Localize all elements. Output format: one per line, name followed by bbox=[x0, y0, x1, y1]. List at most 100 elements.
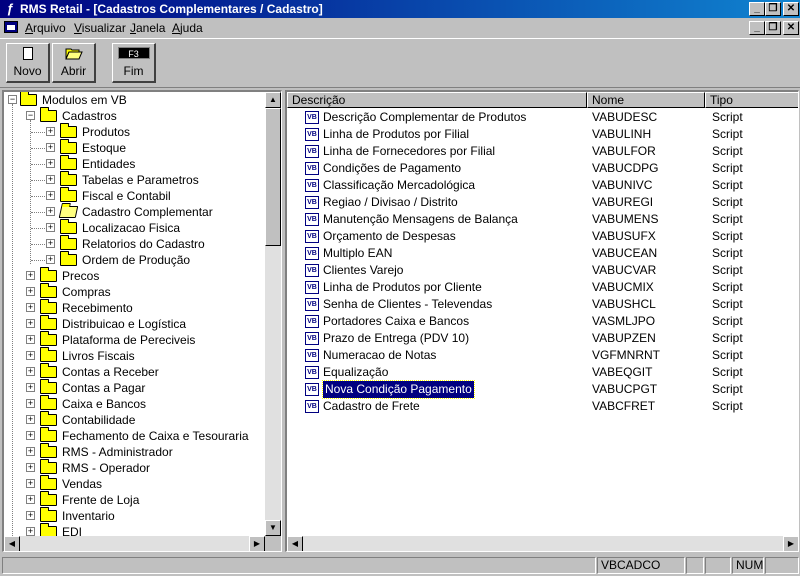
item-tipo: Script bbox=[712, 314, 743, 328]
title-bar[interactable]: ƒ RMS Retail - [Cadastros Complementares… bbox=[0, 0, 800, 18]
tree-scroll-down-button[interactable]: ▼ bbox=[265, 520, 281, 536]
item-tipo: Script bbox=[712, 246, 743, 260]
folder-icon bbox=[60, 251, 77, 266]
list-item[interactable]: VB Regiao / Divisao / Distrito VABUREGI Scr… bbox=[287, 194, 798, 211]
list-item[interactable]: VB Senha de Clientes - Televendas VABUSHCL… bbox=[287, 296, 798, 313]
fiscal-e-contabil-expander[interactable]: + bbox=[46, 191, 55, 200]
precos-expander[interactable]: + bbox=[26, 271, 35, 280]
tree-vertical-scrollbar[interactable]: ▲ ▼ bbox=[265, 92, 281, 536]
list-item[interactable]: VB Equalização VABEQGIT Script bbox=[287, 364, 798, 381]
child-close-button[interactable]: ✕ bbox=[783, 21, 799, 35]
list-item[interactable]: VB Portadores Caixa e Bancos VASMLJPO Scrip… bbox=[287, 313, 798, 330]
item-nome: VABUCEAN bbox=[592, 246, 658, 260]
contas-a-receber-expander[interactable]: + bbox=[26, 367, 35, 376]
menu-ajuda[interactable]: Ajuda bbox=[172, 21, 203, 35]
list-item[interactable]: VB Descrição Complementar de Produtos VABU… bbox=[287, 109, 798, 126]
maximize-button[interactable]: ❐ bbox=[765, 2, 781, 16]
produtos-expander[interactable]: + bbox=[46, 127, 55, 136]
item-descricao: Nova Condição Pagamento bbox=[322, 380, 475, 399]
localizacao-fisica-expander[interactable]: + bbox=[46, 223, 55, 232]
folder-icon bbox=[60, 139, 77, 154]
fechamento-de-caixa-e-tesouraria-expander[interactable]: + bbox=[26, 431, 35, 440]
entidades-expander[interactable]: + bbox=[46, 159, 55, 168]
abrir-button[interactable]: Abrir bbox=[52, 43, 96, 83]
contas-a-pagar-expander[interactable]: + bbox=[26, 383, 35, 392]
cadastros-expander[interactable]: − bbox=[26, 111, 35, 120]
inventario-expander[interactable]: + bbox=[26, 511, 35, 520]
minimize-button[interactable]: _ bbox=[749, 2, 765, 16]
item-descricao: Linha de Produtos por Filial bbox=[323, 127, 470, 141]
column-descricao[interactable]: Descrição bbox=[287, 92, 587, 108]
item-tipo: Script bbox=[712, 399, 743, 413]
livros-fiscais-expander[interactable]: + bbox=[26, 351, 35, 360]
child-minimize-button[interactable]: _ bbox=[749, 21, 765, 35]
item-tipo: Script bbox=[712, 212, 743, 226]
ordem-de-producao-expander[interactable]: + bbox=[46, 255, 55, 264]
item-descricao: Classificação Mercadológica bbox=[323, 178, 476, 192]
script-icon: VB bbox=[305, 179, 319, 192]
list-item[interactable]: VB Orçamento de Despesas VABUSUFX Script bbox=[287, 228, 798, 245]
list-scroll-right-button[interactable]: ▶ bbox=[783, 536, 798, 551]
list-item[interactable]: VB Linha de Produtos por Cliente VABUCMIX S… bbox=[287, 279, 798, 296]
item-nome: VABUCPGT bbox=[592, 382, 658, 396]
list-item[interactable]: VB Multiplo EAN VABUCEAN Script bbox=[287, 245, 798, 262]
list-item[interactable]: VB Linha de Produtos por Filial VABULINH Sc… bbox=[287, 126, 798, 143]
tree-horizontal-scrollbar[interactable]: ◀ ▶ bbox=[4, 536, 265, 551]
list-item[interactable]: VB Condições de Pagamento VABUCDPG Script bbox=[287, 160, 798, 177]
item-nome: VABEQGIT bbox=[592, 365, 653, 379]
script-icon: VB bbox=[305, 111, 319, 124]
list-horizontal-scrollbar[interactable]: ◀ ▶ bbox=[287, 536, 798, 551]
cadastro-complementar-expander[interactable]: + bbox=[46, 207, 55, 216]
recebimento-expander[interactable]: + bbox=[26, 303, 35, 312]
caixa-e-bancos-expander[interactable]: + bbox=[26, 399, 35, 408]
script-list[interactable]: Descrição Nome Tipo VB Descrição Compleme… bbox=[285, 90, 799, 552]
item-nome: VABULINH bbox=[592, 127, 652, 141]
column-nome[interactable]: Nome bbox=[587, 92, 705, 108]
contabilidade-expander[interactable]: + bbox=[26, 415, 35, 424]
folder-icon bbox=[40, 379, 57, 394]
item-nome: VABUPZEN bbox=[592, 331, 656, 345]
tree-scroll-thumb[interactable] bbox=[265, 108, 281, 246]
list-item[interactable]: VB Clientes Varejo VABUCVAR Script bbox=[287, 262, 798, 279]
item-nome: VABUCVAR bbox=[592, 263, 657, 277]
child-restore-button[interactable]: ❐ bbox=[765, 21, 781, 35]
item-tipo: Script bbox=[712, 229, 743, 243]
menu-visualizar[interactable]: Visualizar bbox=[74, 21, 126, 35]
list-item[interactable]: VB Cadastro de Frete VABCFRET Script bbox=[287, 398, 798, 415]
close-button[interactable]: ✕ bbox=[783, 2, 799, 16]
novo-button[interactable]: Novo bbox=[6, 43, 50, 83]
plataforma-de-pereciveis-expander[interactable]: + bbox=[26, 335, 35, 344]
frente-de-loja-expander[interactable]: + bbox=[26, 495, 35, 504]
list-item[interactable]: VB Nova Condição Pagamento VABUCPGT Script bbox=[287, 380, 798, 399]
vendas-expander[interactable]: + bbox=[26, 479, 35, 488]
edi-expander[interactable]: + bbox=[26, 527, 35, 536]
fim-button[interactable]: F3 Fim bbox=[112, 43, 156, 83]
document-icon[interactable] bbox=[4, 21, 18, 33]
list-item[interactable]: VB Manutenção Mensagens de Balança VABUMEN… bbox=[287, 211, 798, 228]
list-scroll-left-button[interactable]: ◀ bbox=[287, 536, 303, 551]
menu-janela[interactable]: Janela bbox=[130, 21, 165, 35]
distribuicao-e-logistica-expander[interactable]: + bbox=[26, 319, 35, 328]
tabelas-e-parametros-expander[interactable]: + bbox=[46, 175, 55, 184]
list-item[interactable]: VB Classificação Mercadológica VABUNIVC Scr… bbox=[287, 177, 798, 194]
list-item[interactable]: VB Linha de Fornecedores por Filial VABULF… bbox=[287, 143, 798, 160]
folder-icon bbox=[60, 235, 77, 250]
tree-scroll-right-button[interactable]: ▶ bbox=[249, 536, 265, 551]
app-icon[interactable]: ƒ bbox=[3, 2, 17, 16]
list-item[interactable]: VB Prazo de Entrega (PDV 10) VABUPZEN Scrip… bbox=[287, 330, 798, 347]
tree-scroll-up-button[interactable]: ▲ bbox=[265, 92, 281, 108]
compras-expander[interactable]: + bbox=[26, 287, 35, 296]
rms-operador-expander[interactable]: + bbox=[26, 463, 35, 472]
root-expander[interactable]: − bbox=[8, 95, 17, 104]
tree-scroll-left-button[interactable]: ◀ bbox=[4, 536, 20, 551]
folder-icon bbox=[60, 219, 77, 234]
list-item[interactable]: VB Numeracao de Notas VGFMNRNT Script bbox=[287, 347, 798, 364]
menu-arquivo[interactable]: Arquivo bbox=[25, 21, 66, 35]
column-tipo[interactable]: Tipo bbox=[705, 92, 798, 108]
relatorios-do-cadastro-expander[interactable]: + bbox=[46, 239, 55, 248]
open-folder-icon bbox=[64, 48, 83, 60]
estoque-expander[interactable]: + bbox=[46, 143, 55, 152]
rms-administrador-expander[interactable]: + bbox=[26, 447, 35, 456]
module-tree[interactable]: − Modulos em VB − Cadastros + Produtos + Estoqu… bbox=[2, 90, 282, 552]
item-descricao: Cadastro de Frete bbox=[323, 399, 420, 413]
